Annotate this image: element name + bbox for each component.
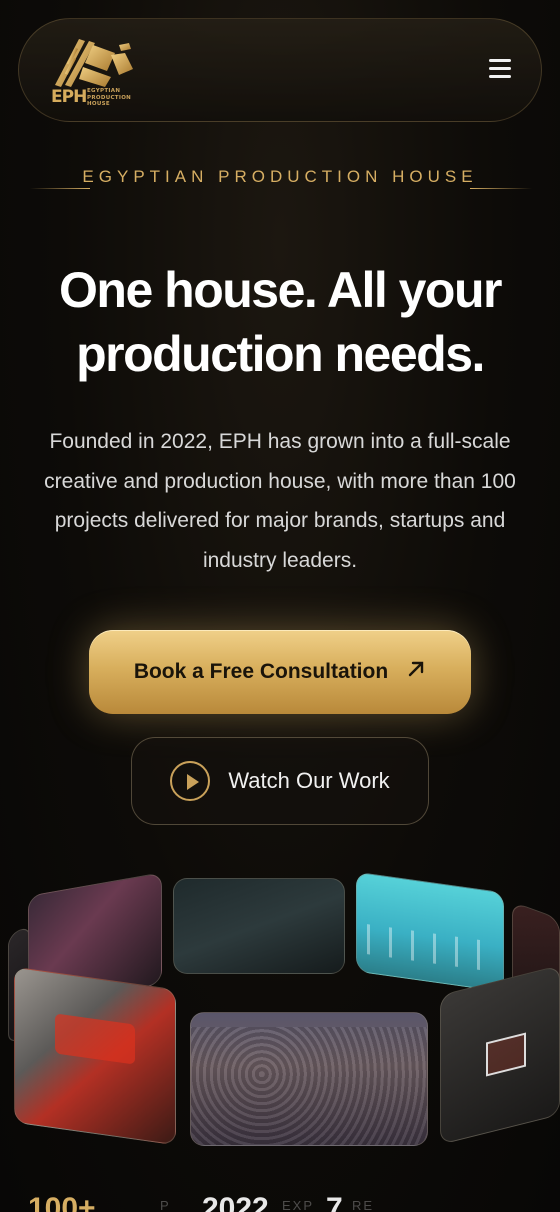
- stat-founded-label-right: EXP: [282, 1198, 315, 1212]
- book-consultation-button[interactable]: Book a Free Consultation: [89, 630, 471, 714]
- play-icon: [170, 761, 211, 801]
- stat-experience-label: RE: [352, 1198, 375, 1212]
- carousel-card[interactable]: [14, 966, 176, 1146]
- hero-headline: One house. All your production needs.: [59, 262, 502, 382]
- carousel-card[interactable]: [440, 965, 560, 1145]
- logo-wordmark: EPH: [51, 87, 87, 107]
- logo-subtitle: EGYPTIAN PRODUCTION HOUSE: [87, 88, 132, 107]
- hamburger-icon[interactable]: [489, 59, 511, 79]
- stats-strip: 100+ P 2022 EXP 7 RE: [0, 1192, 560, 1212]
- eph-logo[interactable]: EPH EGYPTIAN PRODUCTION HOUSE: [49, 35, 135, 109]
- watch-our-work-label: Watch Our Work: [228, 768, 390, 793]
- top-navbar: EPH EGYPTIAN PRODUCTION HOUSE: [18, 18, 542, 122]
- carousel-card[interactable]: [356, 871, 504, 993]
- stat-founded-value: 2022: [202, 1192, 269, 1212]
- hero-eyebrow: EGYPTIAN PRODUCTION HOUSE: [82, 167, 478, 186]
- stat-experience-value: 7: [326, 1192, 343, 1212]
- carousel-card[interactable]: [173, 878, 345, 974]
- arrow-up-right-icon: [406, 659, 426, 685]
- watch-our-work-button[interactable]: Watch Our Work: [131, 737, 429, 825]
- hero-description: Founded in 2022, EPH has grown into a fu…: [44, 430, 516, 572]
- book-consultation-label: Book a Free Consultation: [133, 660, 389, 683]
- work-carousel[interactable]: [0, 870, 560, 1160]
- stat-projects-value: 100+: [28, 1192, 96, 1212]
- stat-founded-label-left: P: [160, 1198, 171, 1212]
- carousel-card[interactable]: [190, 1012, 428, 1146]
